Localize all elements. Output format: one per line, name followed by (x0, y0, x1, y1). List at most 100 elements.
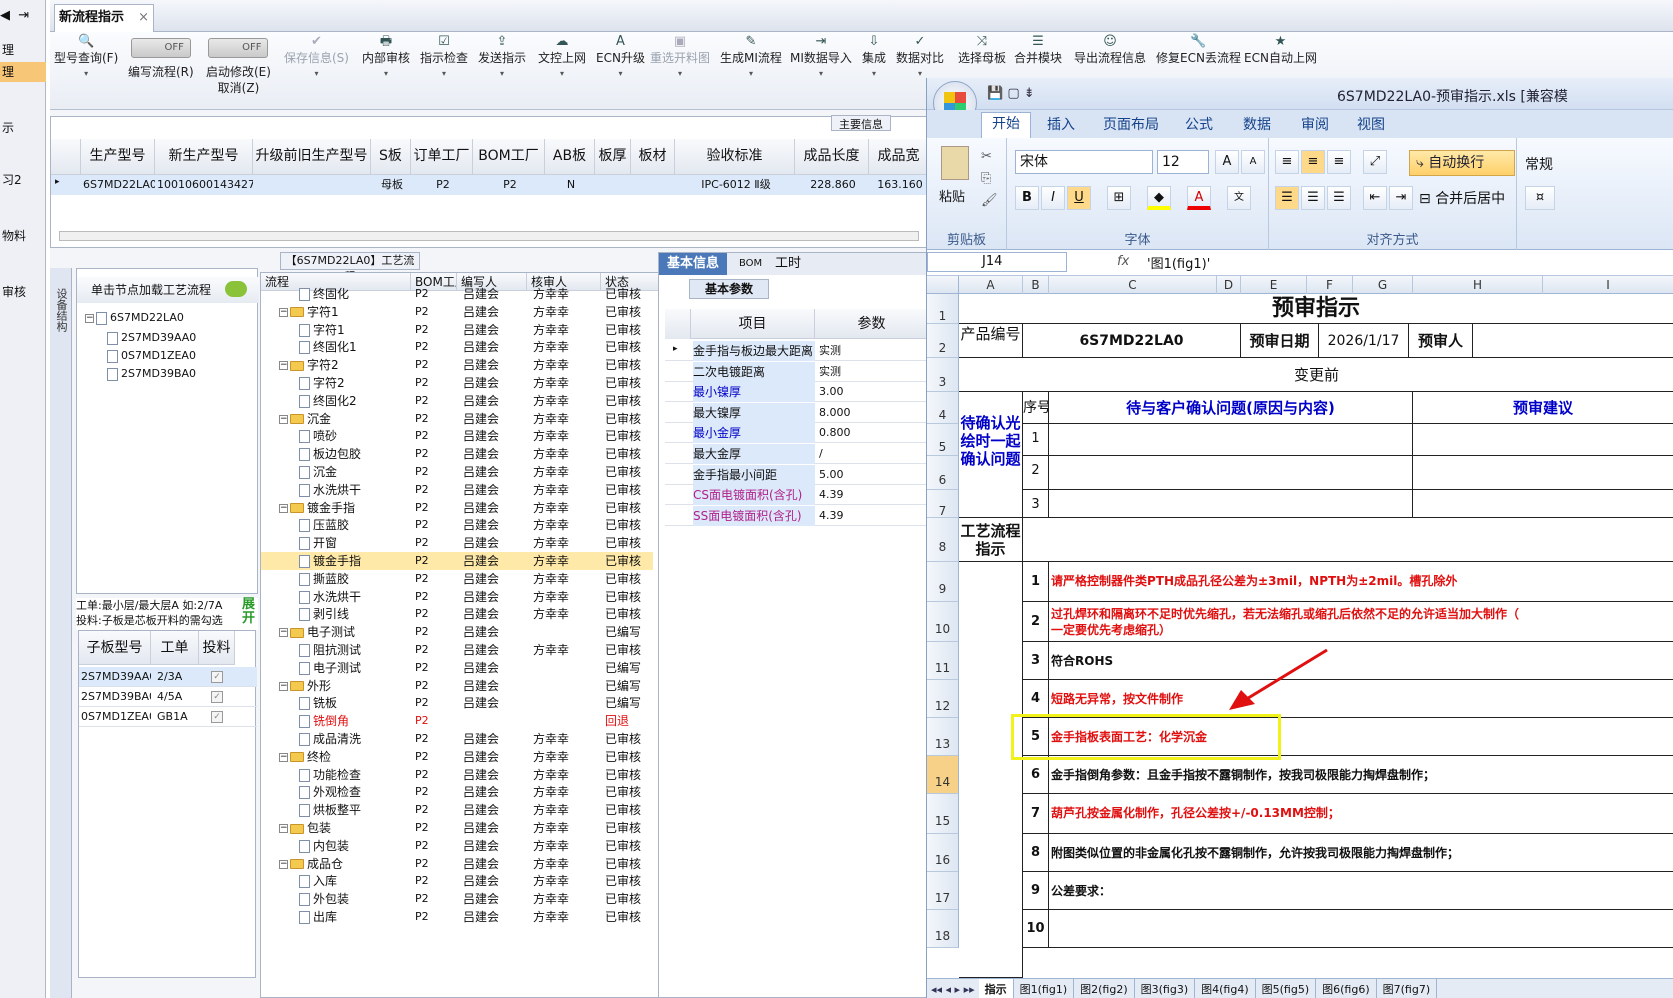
align-right-icon[interactable]: ☰ (1327, 186, 1351, 210)
row-header[interactable]: 8 (927, 518, 959, 562)
toolbar-button[interactable]: ★ ECN自动上网 (1244, 34, 1317, 66)
flow-row[interactable]: 剥引线 P2 吕建会 方幸幸 已审核 (261, 605, 653, 623)
nav-item[interactable]: 审核 (0, 282, 46, 302)
orientation-icon[interactable]: ⤢ (1363, 150, 1387, 174)
column-header[interactable]: F (1307, 276, 1353, 294)
fill-color-icon[interactable]: ◆ (1147, 186, 1171, 210)
row-header[interactable]: 9 (927, 562, 959, 602)
flow-row[interactable]: 喷砂 P2 吕建会 方幸幸 已审核 (261, 427, 653, 445)
sheet-title[interactable]: 预审指示 (959, 294, 1673, 324)
flow-row[interactable]: 终固化1 P2 吕建会 方幸幸 已审核 (261, 338, 653, 356)
quick-access-toolbar[interactable]: 💾 ▢ ⇟ (987, 86, 1035, 101)
collapse-icon[interactable]: − (279, 752, 288, 762)
item-number[interactable]: 8 (1023, 834, 1049, 872)
table-row[interactable]: 2S7MD39BA0 4/5A ✓ (79, 687, 257, 707)
border-icon[interactable]: ⊞ (1107, 186, 1131, 210)
process-label[interactable]: 工艺流程指示 (959, 518, 1023, 562)
ribbon-tab[interactable]: 插入 (1047, 114, 1075, 136)
flow-row[interactable]: − 字符1 P2 吕建会 方幸幸 已审核 (261, 303, 653, 321)
collapse-icon[interactable]: − (279, 859, 288, 869)
expand-button[interactable]: 展开 (242, 598, 258, 626)
horizontal-scrollbar[interactable] (59, 231, 919, 241)
dropdown-arrow-icon[interactable]: ▾ (650, 66, 710, 82)
grow-font-icon[interactable]: A (1215, 150, 1239, 174)
column-header[interactable]: S板 (371, 139, 411, 175)
toolbar-button[interactable]: OFF 启动修改(E) 取消(Z) (206, 34, 271, 96)
flow-row[interactable]: 沉金 P2 吕建会 方幸幸 已审核 (261, 463, 653, 481)
sheet-tab[interactable]: 图4(fig4) (1195, 979, 1256, 998)
issue-cell[interactable] (1049, 490, 1413, 518)
ribbon-tab[interactable]: 公式 (1185, 114, 1213, 136)
flow-row[interactable]: 压蓝胶 P2 吕建会 方幸幸 已审核 (261, 516, 653, 534)
item-text[interactable]: 附图类似位置的非金属化孔按不露铜制作，允许按我司极限能力掏焊盘制作； (1049, 834, 1673, 872)
column-header[interactable]: 验收标准 (675, 139, 795, 175)
review-date[interactable]: 2026/1/17 (1319, 324, 1409, 358)
flow-row[interactable]: 字符1 P2 吕建会 方幸幸 已审核 (261, 321, 653, 339)
column-header[interactable]: C (1049, 276, 1217, 294)
product-label[interactable]: 产品编号 (959, 324, 1023, 358)
formula-input[interactable]: '图1(fig1)' (1147, 253, 1210, 272)
tab-new-process[interactable]: 新流程指示 × (54, 4, 154, 32)
nav-item[interactable]: 理 (0, 40, 46, 60)
cell[interactable]: 228.860 (797, 175, 869, 195)
item-number[interactable]: 1 (1023, 562, 1049, 602)
font-size-select[interactable]: 12 (1157, 150, 1209, 174)
cell[interactable] (597, 175, 631, 195)
underline-icon[interactable]: U (1067, 186, 1091, 210)
collapse-icon[interactable]: − (279, 414, 288, 424)
item-number[interactable]: 3 (1023, 642, 1049, 680)
dropdown-arrow-icon[interactable]: ▾ (790, 66, 852, 82)
toggle-switch[interactable]: OFF (130, 38, 191, 58)
seq-label[interactable]: 序号 (1023, 392, 1049, 424)
toolbar-button[interactable]: A ECN升级 ▾ (596, 34, 645, 82)
flow-row[interactable]: 铣板 P2 吕建会 已编写 (261, 694, 653, 712)
item-number[interactable]: 6 (1023, 756, 1049, 794)
sheet-nav-icon[interactable]: ◂◂ ◂ ▸ ▸▸ (927, 983, 979, 996)
paste-button[interactable]: 粘贴 (939, 186, 965, 205)
paste-icon[interactable] (941, 146, 969, 180)
toggle-switch[interactable]: OFF (208, 38, 269, 58)
toolbar-button[interactable]: OFF 编写流程(R) (128, 34, 194, 80)
cell[interactable]: 母板 (373, 175, 411, 195)
item-text[interactable] (1049, 910, 1673, 948)
ribbon-tab[interactable]: 页面布局 (1103, 114, 1159, 136)
sheet-tab[interactable]: 图7(fig7) (1377, 979, 1438, 998)
toolbar-button[interactable]: ☑ 指示检查 ▾ (420, 34, 468, 82)
nav-item[interactable]: 习2 (0, 170, 46, 190)
increase-indent-icon[interactable]: ⇥ (1389, 186, 1413, 210)
toolbar-button[interactable]: ⤨ 选择母板 (958, 34, 1006, 66)
flow-row[interactable]: 字符2 P2 吕建会 方幸幸 已审核 (261, 374, 653, 392)
table-row[interactable]: 2S7MD39AA0 2/3A ✓ (79, 667, 257, 687)
item-number[interactable]: 9 (1023, 872, 1049, 910)
row-header[interactable]: 2 (927, 324, 959, 358)
ribbon-tab[interactable]: 开始 (981, 112, 1031, 138)
dropdown-arrow-icon[interactable]: ▾ (362, 66, 410, 82)
row-header[interactable]: 1 (927, 294, 959, 324)
column-header[interactable]: A (959, 276, 1023, 294)
column-header[interactable]: G (1353, 276, 1413, 294)
cell[interactable]: N (547, 175, 595, 195)
sheet-tab[interactable]: 指示 (978, 979, 1014, 998)
toolbar-button[interactable]: ☰ 合并模块 (1014, 34, 1062, 66)
flow-row[interactable]: 烘板整平 P2 吕建会 方幸幸 已审核 (261, 801, 653, 819)
flow-row[interactable]: − 外形 P2 吕建会 已编写 (261, 677, 653, 695)
cell[interactable]: 163.160 (871, 175, 929, 195)
main-info-row[interactable]: ▸ 6S7MD22LA0 10010600143427 母板 P2 P2 N IPC-6012… (51, 175, 931, 195)
item-text[interactable]: 短路无异常，按文件制作 (1049, 680, 1673, 718)
align-bottom-icon[interactable]: ≡ (1327, 150, 1351, 174)
params-tab[interactable]: BOM (731, 253, 770, 275)
column-header[interactable]: 成品宽 (869, 139, 929, 175)
item-text[interactable]: 葫芦孔按金属化制作，孔径公差按+/-0.13MM控制； (1049, 794, 1673, 834)
toolbar-button[interactable]: ✎ 生成MI流程 ▾ (720, 34, 782, 82)
merge-center-button[interactable]: ⊟ 合并后居中 (1419, 188, 1505, 208)
flow-row[interactable]: 内包装 P2 吕建会 方幸幸 已审核 (261, 837, 653, 855)
process-header-blank[interactable] (1023, 518, 1673, 562)
seq-cell[interactable]: 3 (1023, 490, 1049, 518)
row-header[interactable]: 15 (927, 794, 959, 834)
column-header[interactable]: 子板型号 (79, 631, 151, 665)
item-number[interactable]: 7 (1023, 794, 1049, 834)
flow-row[interactable]: − 成品仓 P2 吕建会 方幸幸 已审核 (261, 855, 653, 873)
collapse-icon[interactable]: − (279, 628, 288, 638)
confirm-label[interactable]: 待确认光绘时一起确认问题 (959, 392, 1023, 518)
collapse-icon[interactable]: − (279, 361, 288, 371)
